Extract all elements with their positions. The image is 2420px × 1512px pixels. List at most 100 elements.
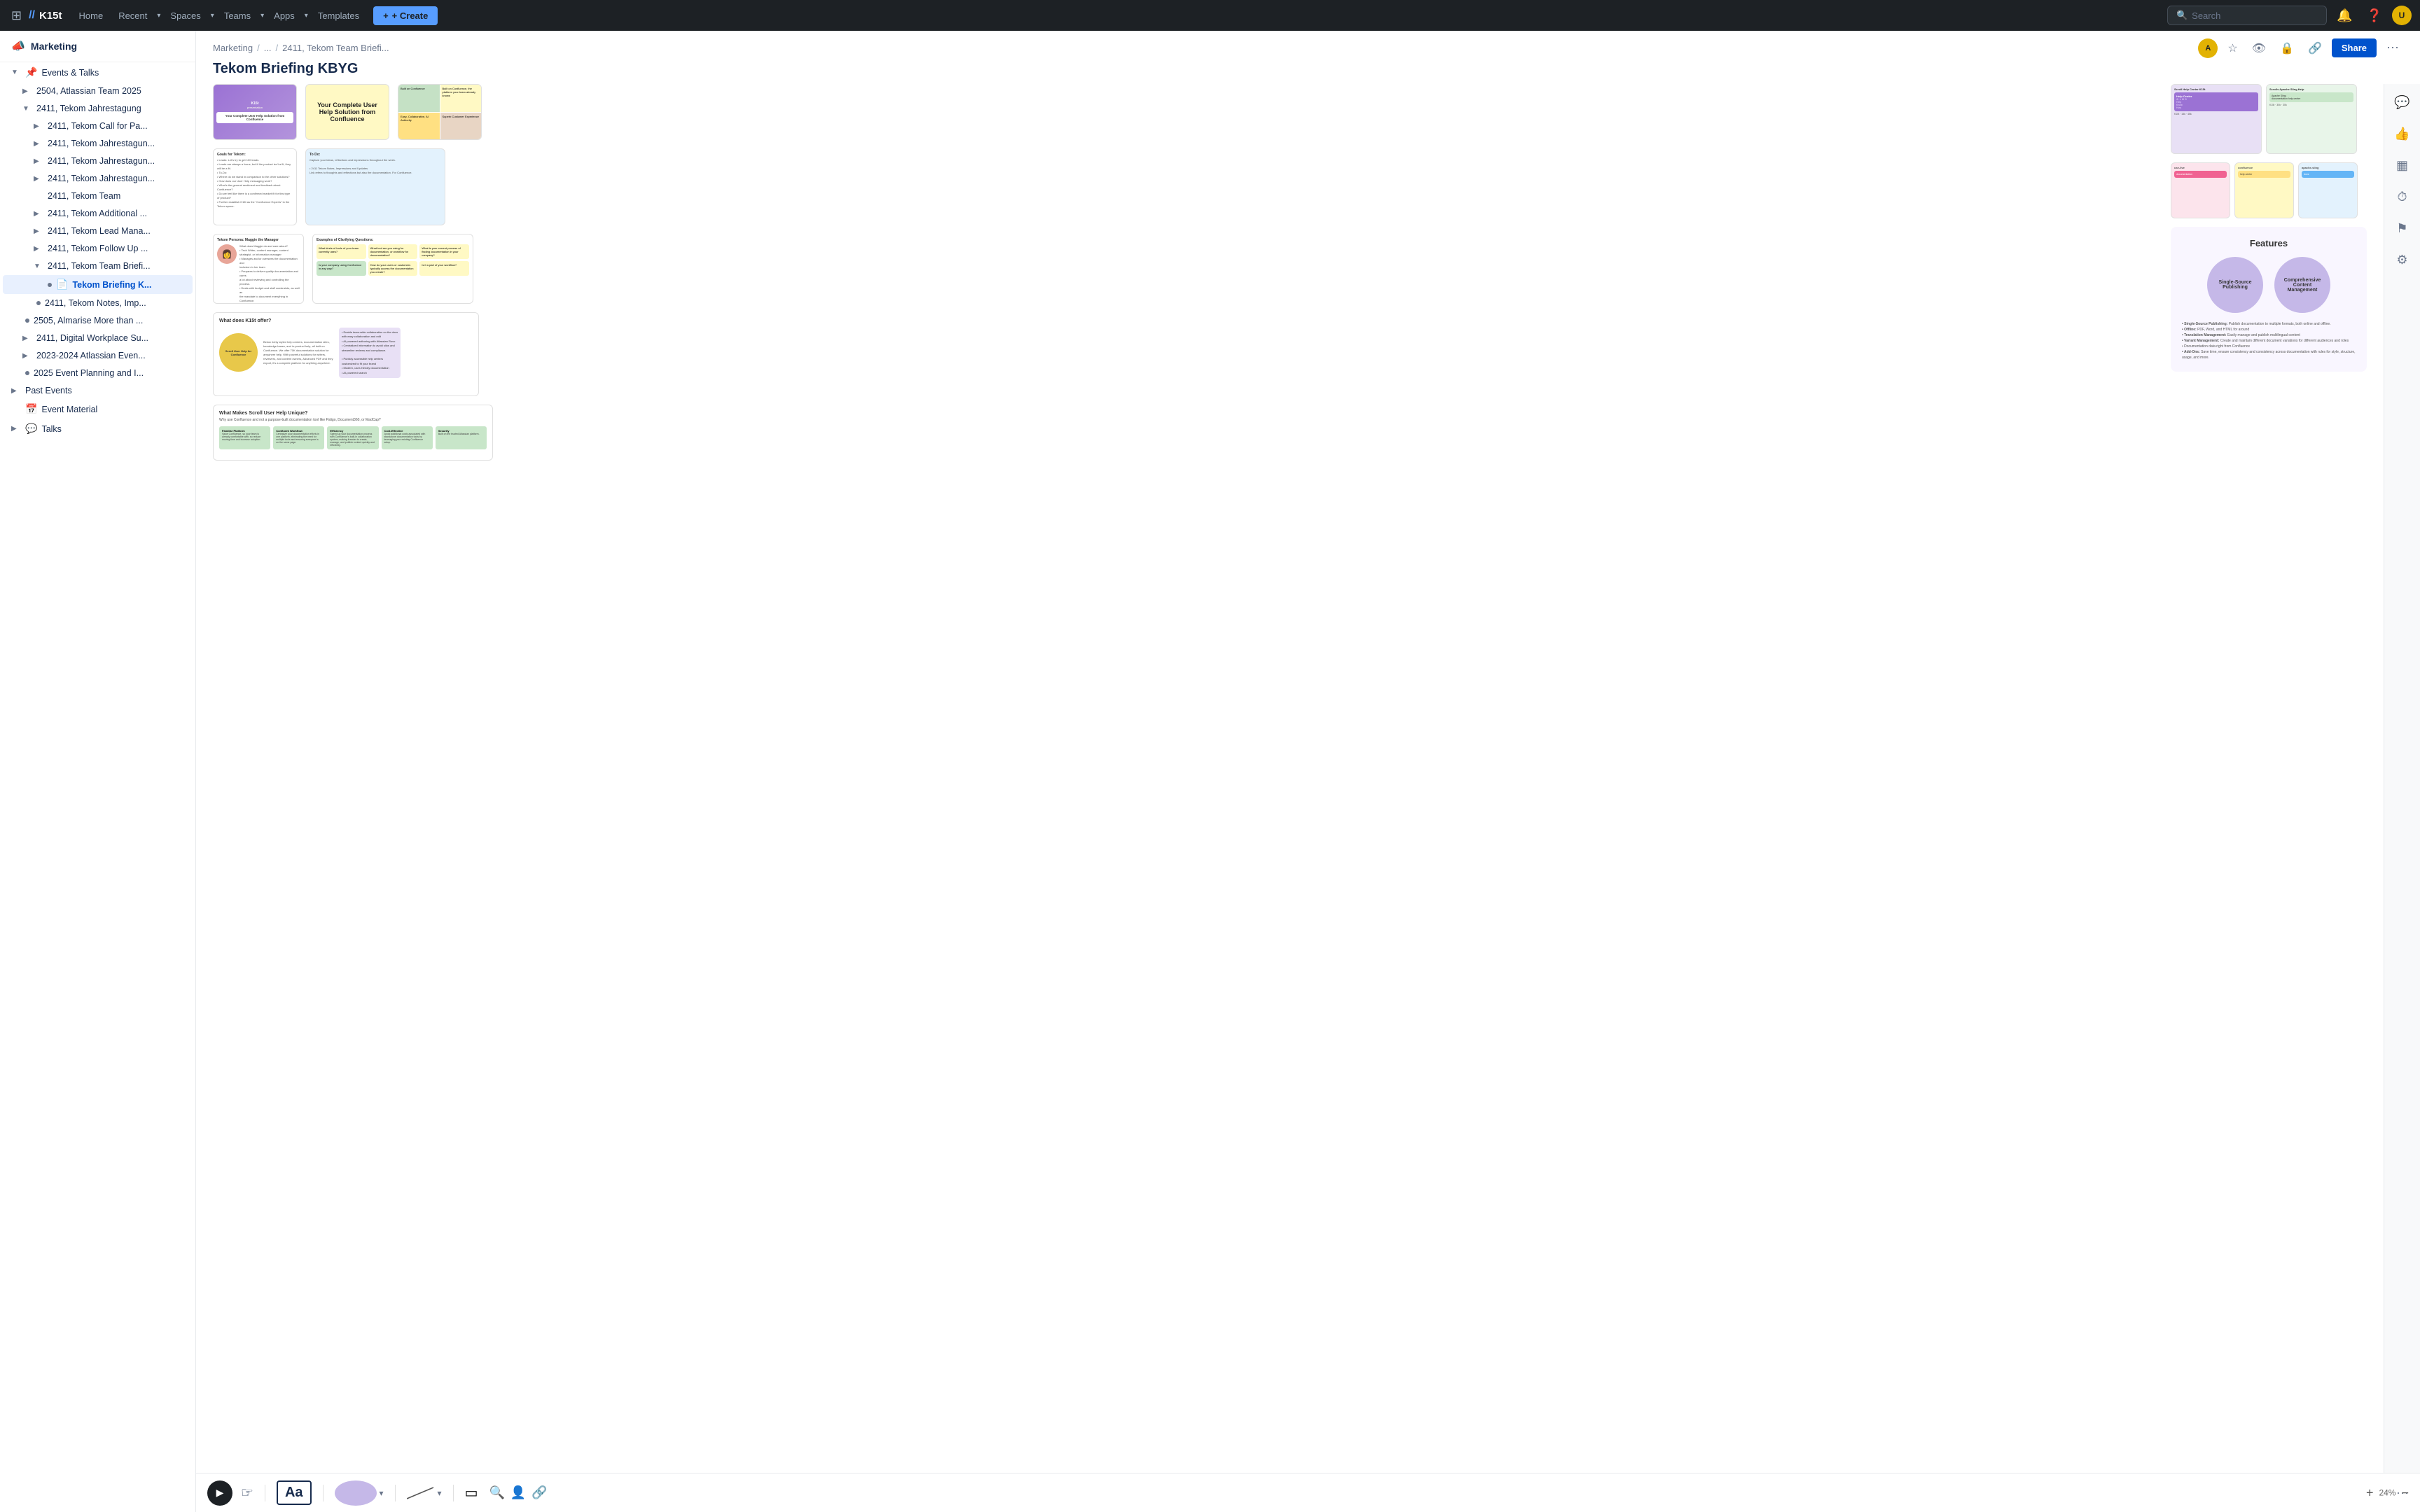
sidebar-item-2504[interactable]: ▶ 2504, Atlassian Team 2025: [3, 83, 193, 99]
sidebar-item-jahrestagun-2[interactable]: ▶ 2411, Tekom Jahrestagun...: [3, 153, 193, 169]
slide-inner: Your Complete User Help Solution from Co…: [216, 112, 293, 123]
sidebar-item-additional[interactable]: ▶ 2411, Tekom Additional ...: [3, 205, 193, 222]
chevron-down-icon: ▼: [22, 105, 32, 113]
line-chevron-icon[interactable]: ▾: [438, 1488, 442, 1498]
user-tool[interactable]: 👤: [510, 1485, 526, 1500]
content-scroll[interactable]: K15t presentation Your Complete User Hel…: [196, 84, 2384, 1473]
flag-icon[interactable]: ⚑: [2393, 218, 2410, 239]
search-bar[interactable]: 🔍: [2167, 6, 2327, 25]
breadcrumb-current[interactable]: 2411, Tekom Team Briefi...: [282, 43, 389, 53]
main-layout: 📣 Marketing ▼ 📌 Events & Talks ▶ 2504, A…: [0, 31, 2420, 1512]
screenshot-1[interactable]: Scroll Help Center K15t Help Center ⚙ ✦ …: [2171, 84, 2262, 154]
link-tool[interactable]: 🔗: [531, 1485, 547, 1500]
user-avatar[interactable]: U: [2392, 6, 2412, 25]
logo[interactable]: // K15t: [29, 9, 62, 22]
zoom-out-button[interactable]: −: [2401, 1485, 2409, 1500]
nav-recent[interactable]: Recent: [113, 6, 153, 25]
page-author-avatar[interactable]: A: [2198, 38, 2218, 58]
spaces-chevron: ▾: [211, 12, 214, 20]
col-efficiency: Efficiency Speed up your documentation p…: [327, 426, 378, 449]
nav-apps[interactable]: Apps: [268, 6, 300, 25]
help-icon[interactable]: ❓: [2363, 6, 2386, 26]
watch-button[interactable]: 👁: [2248, 38, 2270, 58]
offer-title: What does K15t offer?: [219, 318, 473, 323]
persona-content: 👩 What does Maggie do and care about? • …: [217, 244, 300, 304]
sidebar-header[interactable]: 📣 Marketing: [0, 31, 195, 62]
cursor-tool[interactable]: ☞: [241, 1484, 253, 1502]
sidebar-item-team-briefi[interactable]: ▼ 2411, Tekom Team Briefi...: [3, 258, 193, 274]
sidebar-item-2025-event[interactable]: 2025 Event Planning and I...: [3, 365, 193, 382]
slide-yellow-hero[interactable]: Your Complete User Help Solution from Co…: [305, 84, 389, 140]
ss1-stats: K15t · 15k · 45k: [2174, 113, 2258, 115]
sidebar-item-talks[interactable]: ▶ 💬 Talks: [3, 419, 193, 438]
breadcrumb-ellipsis[interactable]: ...: [264, 43, 272, 53]
sidebar-item-2023-atlassian[interactable]: ▶ 2023-2024 Atlassian Even...: [3, 347, 193, 364]
clock-icon[interactable]: ⏱: [2394, 187, 2409, 207]
slide-k15t-offer[interactable]: What does K15t offer? Scroll User Help f…: [213, 312, 479, 396]
sidebar-item-past-events[interactable]: ▶ Past Events: [3, 382, 193, 399]
grid-icon[interactable]: ⊞: [8, 6, 25, 26]
slide-unique[interactable]: What Makes Scroll User Help Unique? Why …: [213, 405, 493, 461]
slide-inner-text: Your Complete User Help Solution from Co…: [221, 114, 289, 121]
search-input[interactable]: [2192, 10, 2318, 21]
text-tool[interactable]: Aa: [277, 1480, 312, 1505]
chevron-right-icon: ▶: [22, 335, 32, 342]
link-button[interactable]: 🔗: [2304, 38, 2326, 58]
screenshot-3[interactable]: use-live documentation: [2171, 162, 2230, 218]
create-button[interactable]: + + Create: [373, 6, 438, 25]
slide-grid[interactable]: Built on Confluence Built on Confluence,…: [398, 84, 482, 140]
zoom-percentage: 24%: [2379, 1488, 2395, 1498]
more-options-button[interactable]: ⋯: [2382, 38, 2403, 58]
frame-tool[interactable]: ▭: [465, 1484, 478, 1502]
thumbsup-icon[interactable]: 👍: [2391, 124, 2412, 144]
chevron-right-icon: ▶: [34, 175, 43, 183]
star-button[interactable]: ☆: [2223, 38, 2241, 58]
share-button[interactable]: Share: [2332, 38, 2377, 57]
nav-spaces[interactable]: Spaces: [165, 6, 206, 25]
sidebar-label: 2411, Tekom Follow Up ...: [48, 244, 184, 253]
screenshot-5[interactable]: apache-sling docs: [2298, 162, 2358, 218]
nav-templates[interactable]: Templates: [312, 6, 365, 25]
sidebar-item-jahrestagun-1[interactable]: ▶ 2411, Tekom Jahrestagun...: [3, 135, 193, 152]
sidebar-item-lead-mana[interactable]: ▶ 2411, Tekom Lead Mana...: [3, 223, 193, 239]
table-icon[interactable]: ▦: [2393, 155, 2411, 176]
breadcrumb-marketing[interactable]: Marketing: [213, 43, 253, 53]
slide-goals[interactable]: Goals for Tekom: • Leads: Let's try to g…: [213, 148, 297, 225]
sidebar-item-digital-wp[interactable]: ▶ 2411, Digital Workplace Su...: [3, 330, 193, 346]
content-with-panel: K15t presentation Your Complete User Hel…: [196, 84, 2420, 1473]
sidebar-space-icon: 📣: [11, 39, 25, 53]
shape-tool[interactable]: [335, 1480, 377, 1506]
sidebar-item-event-material[interactable]: ▶ 📅 Event Material: [3, 400, 193, 419]
screenshot-2[interactable]: Scrolls Apache Sling Help Apache Slingdo…: [2266, 84, 2357, 154]
slide-purple[interactable]: K15t presentation Your Complete User Hel…: [213, 84, 297, 140]
slide-clarifying[interactable]: Examples of Clarifying Questions: What k…: [312, 234, 473, 304]
cell-text: Built on Confluence: [401, 87, 438, 90]
restrict-button[interactable]: 🔒: [2276, 38, 2298, 58]
play-button[interactable]: ▶: [207, 1480, 232, 1506]
line-tool[interactable]: [407, 1486, 435, 1500]
comments-icon[interactable]: 💬: [2391, 92, 2412, 113]
nav-home[interactable]: Home: [74, 6, 109, 25]
settings-icon[interactable]: ⚙: [2393, 250, 2410, 270]
chevron-down-icon: ▼: [11, 69, 21, 76]
sidebar-item-call-for-pa[interactable]: ▶ 2411, Tekom Call for Pa...: [3, 118, 193, 134]
grid-cell-1: Built on Confluence: [398, 85, 440, 112]
zoom-in-button[interactable]: +: [2366, 1485, 2374, 1500]
sidebar-item-tekom-team[interactable]: ▶ 2411, Tekom Team: [3, 188, 193, 204]
shape-chevron-icon[interactable]: ▾: [380, 1488, 384, 1498]
sidebar-item-jahrestagun-3[interactable]: ▶ 2411, Tekom Jahrestagun...: [3, 170, 193, 187]
slide-todo[interactable]: To Do: Capture your ideas, reflections a…: [305, 148, 445, 225]
sidebar-item-tekom-briefing-active[interactable]: 📄 Tekom Briefing K...: [3, 275, 193, 294]
bell-icon[interactable]: 🔔: [2332, 6, 2356, 26]
screenshot-4[interactable]: confluence help center: [2234, 162, 2294, 218]
slide-persona[interactable]: Tekom Persona: Maggie the Manager 👩 What…: [213, 234, 304, 304]
sidebar-item-almarise[interactable]: 2505, Almarise More than ...: [3, 312, 193, 329]
sidebar-item-2411-jahres[interactable]: ▼ 2411, Tekom Jahrestagung: [3, 100, 193, 117]
sidebar-item-events-talks[interactable]: ▼ 📌 Events & Talks: [3, 63, 193, 82]
nav-teams[interactable]: Teams: [218, 6, 256, 25]
col-security: Security Built on the trusted Atlassian …: [436, 426, 487, 449]
sidebar-item-follow-up[interactable]: ▶ 2411, Tekom Follow Up ...: [3, 240, 193, 257]
ss2-label: Scrolls Apache Sling Help: [2269, 88, 2353, 91]
search-tool[interactable]: 🔍: [489, 1485, 504, 1500]
sidebar-item-notes-imp[interactable]: 2411, Tekom Notes, Imp...: [3, 295, 193, 312]
